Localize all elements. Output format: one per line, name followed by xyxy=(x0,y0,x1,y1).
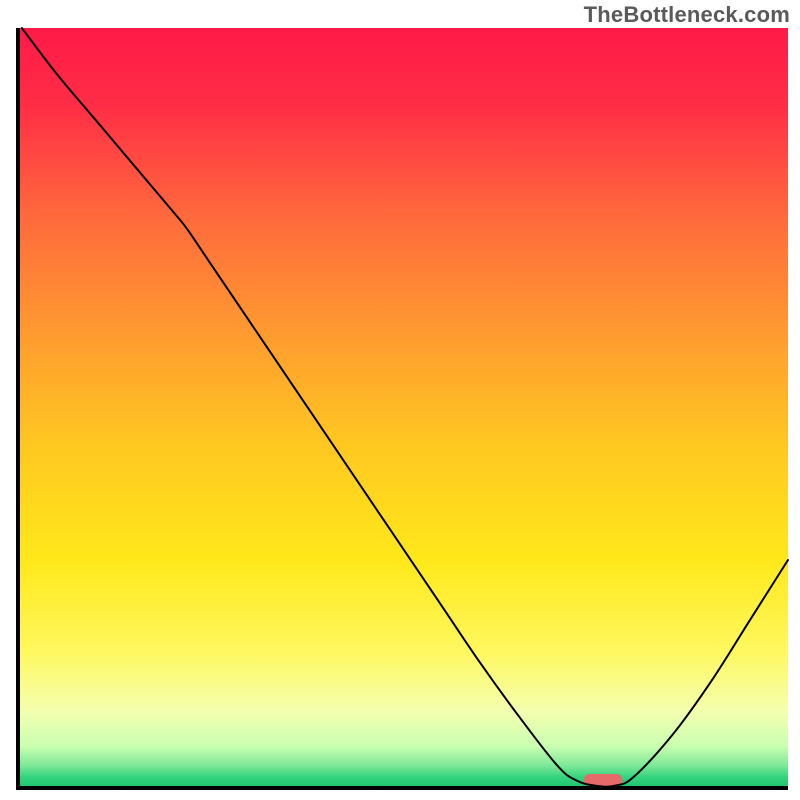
chart-canvas xyxy=(0,0,800,800)
gradient-background xyxy=(18,28,788,788)
bottleneck-chart: TheBottleneck.com xyxy=(0,0,800,800)
watermark-text: TheBottleneck.com xyxy=(584,2,790,28)
